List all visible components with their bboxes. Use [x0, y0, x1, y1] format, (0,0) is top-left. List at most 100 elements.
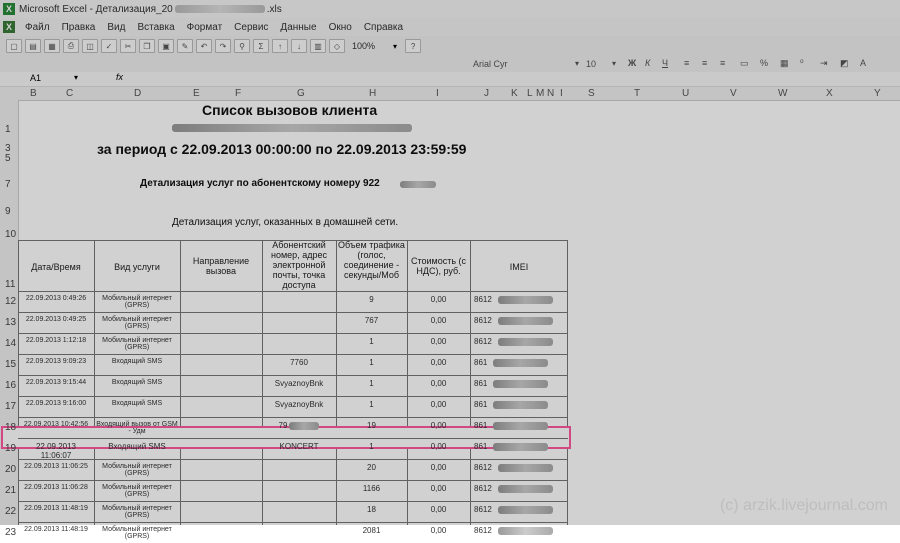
col-header[interactable]: U	[682, 88, 689, 99]
help-icon[interactable]: ?	[405, 39, 422, 53]
zoom-select[interactable]: 100%	[352, 41, 375, 51]
decrease-decimal-icon[interactable]: ⁰	[800, 58, 804, 69]
row-header[interactable]: 7	[5, 179, 11, 190]
print-icon[interactable]: ⎙	[63, 39, 79, 53]
hyperlink-icon[interactable]: ⚲	[234, 39, 250, 53]
row-header[interactable]: 19	[5, 443, 16, 454]
underline-icon[interactable]: Ч	[662, 58, 668, 68]
col-header[interactable]: Y	[874, 88, 881, 99]
sort-asc-icon[interactable]: ↑	[272, 39, 288, 53]
paste-icon[interactable]: ▣	[158, 39, 174, 53]
col-header[interactable]: D	[134, 88, 141, 99]
percent-icon[interactable]: %	[760, 58, 768, 68]
sort-desc-icon[interactable]: ↓	[291, 39, 307, 53]
col-header[interactable]: N	[547, 88, 554, 99]
format-painter-icon[interactable]: ✎	[177, 39, 193, 53]
workbook-icon[interactable]: X	[3, 21, 15, 33]
preview-icon[interactable]: ◫	[82, 39, 98, 53]
zoom-dropdown-icon[interactable]: ▾	[393, 42, 397, 51]
col-header[interactable]: V	[730, 88, 737, 99]
redacted-client-name	[172, 124, 412, 132]
row-header[interactable]: 14	[5, 338, 16, 349]
open-icon[interactable]: ▤	[25, 39, 41, 53]
col-header[interactable]: I	[436, 88, 439, 99]
col-header[interactable]: T	[634, 88, 640, 99]
menu-file[interactable]: Файл	[19, 22, 56, 33]
menu-edit[interactable]: Правка	[56, 22, 102, 33]
copy-icon[interactable]: ❐	[139, 39, 155, 53]
grid-line	[18, 333, 568, 334]
menu-tools[interactable]: Сервис	[228, 22, 274, 33]
row-header[interactable]: 1	[5, 124, 11, 135]
indent-icon[interactable]: ⇥	[820, 58, 828, 69]
row-header[interactable]: 15	[5, 359, 16, 370]
row-header[interactable]: 20	[5, 464, 16, 475]
align-right-icon[interactable]: ≡	[720, 58, 725, 68]
col-header[interactable]: W	[778, 88, 787, 99]
col-header[interactable]: G	[297, 88, 305, 99]
bold-icon[interactable]: Ж	[628, 58, 636, 68]
menu-help[interactable]: Справка	[358, 22, 409, 33]
redacted-imei	[497, 337, 553, 346]
col-header[interactable]: X	[826, 88, 833, 99]
size-dropdown-icon[interactable]: ▾	[612, 59, 616, 68]
italic-icon[interactable]: К	[645, 58, 650, 68]
borders-icon[interactable]: ▦	[780, 58, 789, 69]
imei-text: 861	[474, 442, 488, 451]
row-header[interactable]: 10	[5, 229, 16, 240]
font-color-icon[interactable]: A	[860, 58, 866, 68]
spellcheck-icon[interactable]: ✓	[101, 39, 117, 53]
cell-datetime: 22.09.2013 9:09:23	[25, 358, 87, 365]
col-header[interactable]: L	[527, 88, 533, 99]
font-name-select[interactable]: Arial Cyr	[473, 59, 508, 69]
row-header[interactable]: 18	[5, 422, 16, 433]
menu-view[interactable]: Вид	[101, 22, 131, 33]
fill-color-icon[interactable]: ◩	[840, 58, 849, 69]
row-header[interactable]: 13	[5, 317, 16, 328]
drawing-icon[interactable]: ◇	[329, 39, 345, 53]
autosum-icon[interactable]: Σ	[253, 39, 269, 53]
col-header[interactable]: S	[588, 88, 595, 99]
new-icon[interactable]: ▢	[6, 39, 22, 53]
undo-icon[interactable]: ↶	[196, 39, 212, 53]
row-header[interactable]: 23	[5, 527, 16, 538]
row-header[interactable]: 12	[5, 296, 16, 307]
row-header[interactable]: 16	[5, 380, 16, 391]
cell-service: Мобильный интернет (GPRS)	[102, 316, 172, 330]
menu-data[interactable]: Данные	[274, 22, 322, 33]
col-header[interactable]: F	[235, 88, 241, 99]
font-size-select[interactable]: 10	[586, 59, 596, 69]
row-header[interactable]: 22	[5, 506, 16, 517]
row-header[interactable]: 21	[5, 485, 16, 496]
col-header[interactable]: K	[511, 88, 518, 99]
col-header[interactable]: C	[66, 88, 73, 99]
redo-icon[interactable]: ↷	[215, 39, 231, 53]
cell-datetime: 22.09.2013 11:06:28	[24, 484, 88, 491]
row-header[interactable]: 9	[5, 206, 11, 217]
col-header[interactable]: M	[536, 88, 544, 99]
fx-icon[interactable]: fx	[116, 72, 123, 82]
menu-window[interactable]: Окно	[323, 22, 358, 33]
col-header[interactable]: I	[560, 88, 563, 99]
align-center-icon[interactable]: ≡	[702, 58, 707, 68]
name-box[interactable]: A1	[30, 73, 41, 83]
row-header[interactable]: 17	[5, 401, 16, 412]
chart-icon[interactable]: ▥	[310, 39, 326, 53]
header-service: Вид услуги	[114, 262, 160, 272]
col-header[interactable]: H	[369, 88, 376, 99]
col-header[interactable]: J	[484, 88, 489, 99]
cell-imei: 861	[474, 379, 566, 388]
menu-insert[interactable]: Вставка	[131, 22, 180, 33]
row-header[interactable]: 5	[5, 153, 11, 164]
name-box-dropdown-icon[interactable]: ▾	[74, 73, 78, 82]
cell-datetime: 22.09.2013 9:16:00	[25, 400, 87, 407]
save-icon[interactable]: ▦	[44, 39, 60, 53]
row-header[interactable]: 11	[5, 279, 15, 290]
col-header[interactable]: E	[193, 88, 200, 99]
font-dropdown-icon[interactable]: ▾	[575, 59, 579, 68]
menu-format[interactable]: Формат	[181, 22, 229, 33]
col-header[interactable]: B	[30, 88, 37, 99]
cut-icon[interactable]: ✂	[120, 39, 136, 53]
align-left-icon[interactable]: ≡	[684, 58, 689, 68]
merge-icon[interactable]: ▭	[740, 58, 749, 69]
